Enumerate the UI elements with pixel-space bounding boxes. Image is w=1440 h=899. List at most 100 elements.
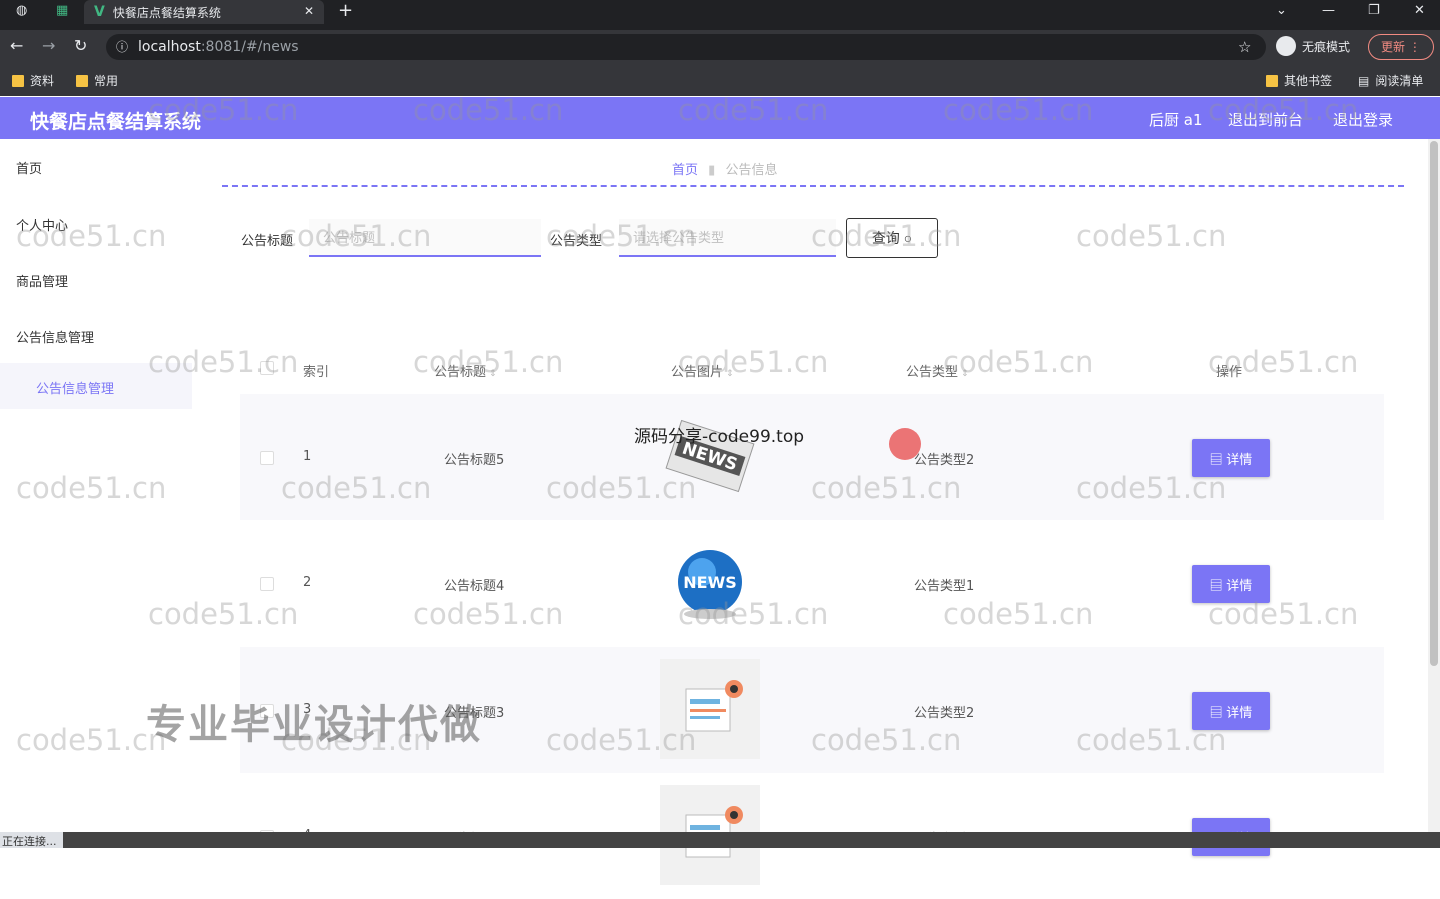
- sort-icon[interactable]: ⇕: [726, 369, 734, 379]
- front-link[interactable]: 退出到前台: [1228, 109, 1303, 130]
- table-header: 索引 公告标题 ⇕ 公告图片 ⇕ 公告类型 ⇕ 操作: [240, 349, 1384, 389]
- detail-button[interactable]: ▤ 详情: [1192, 692, 1270, 730]
- sort-icon[interactable]: ⇕: [961, 369, 969, 379]
- bookmark-folder[interactable]: 其他书签: [1266, 72, 1332, 89]
- window-close-icon[interactable]: ✕: [1414, 3, 1425, 18]
- info-icon: ⓘ: [116, 40, 129, 54]
- url-path: :8081/#/news: [200, 39, 299, 55]
- bookmark-label: 阅读清单: [1375, 74, 1424, 88]
- folder-icon: [1266, 74, 1278, 87]
- column-header-label: 公告图片: [671, 365, 724, 380]
- scrollbar-thumb[interactable]: [1430, 141, 1438, 666]
- tab-title: 快餐店点餐结算系统: [112, 5, 221, 20]
- detail-label: 详情: [1226, 577, 1253, 593]
- dashed-divider: [222, 185, 1404, 187]
- bookmark-label: 常用: [94, 74, 119, 88]
- detail-icon: ▤: [1209, 451, 1227, 467]
- type-select[interactable]: [619, 219, 836, 257]
- new-tab-icon[interactable]: +: [338, 0, 353, 21]
- column-header-label: 公告标题: [434, 365, 487, 380]
- bookmarks-bar: 资料 常用 其他书签 ▤ 阅读清单: [0, 64, 1440, 96]
- detail-button[interactable]: ▤ 详情: [1192, 565, 1270, 603]
- table-row: 1 公告标题5 NEWS 公告类型2 ▤ 详情: [240, 394, 1384, 520]
- news-illustration-thumbnail: [660, 659, 760, 759]
- sidebar-item-profile[interactable]: 个人中心: [16, 215, 68, 234]
- folder-icon: [12, 74, 24, 87]
- breadcrumb-home[interactable]: 首页: [672, 163, 698, 178]
- breadcrumb-current: 公告信息: [725, 163, 778, 178]
- folder-icon: [76, 74, 88, 87]
- column-header-label: 公告类型: [906, 365, 959, 380]
- title-filter-label: 公告标题: [241, 234, 294, 249]
- click-indicator: [889, 428, 921, 460]
- row-type: 公告类型1: [914, 579, 975, 594]
- search-button[interactable]: 查询 ○: [846, 218, 938, 258]
- news-globe-thumbnail: NEWS: [660, 532, 760, 632]
- incognito-icon: [1276, 36, 1296, 56]
- breadcrumb-separator-icon: ▮: [708, 163, 716, 178]
- maximize-icon[interactable]: ❐: [1368, 3, 1380, 18]
- detail-icon: ▤: [1209, 577, 1227, 593]
- svg-text:NEWS: NEWS: [683, 573, 737, 592]
- type-filter-label: 公告类型: [550, 234, 603, 249]
- globe-icon: ◍: [16, 3, 28, 18]
- browser-tab[interactable]: V 快餐店点餐结算系统 ✕: [84, 0, 324, 24]
- row-type: 公告类型2: [914, 706, 975, 721]
- reading-list[interactable]: ▤ 阅读清单: [1358, 72, 1423, 89]
- detail-label: 详情: [1226, 451, 1253, 467]
- reload-icon[interactable]: ↻: [74, 36, 87, 55]
- title-search-input[interactable]: [309, 219, 541, 257]
- row-title: 公告标题5: [444, 453, 505, 468]
- update-button[interactable]: 更新 ⋮: [1368, 34, 1434, 60]
- column-header-image[interactable]: 公告图片 ⇕: [671, 361, 734, 380]
- table-row: 2 公告标题4 NEWS 公告类型1 ▤ 详情: [240, 520, 1384, 646]
- row-title: 公告标题4: [444, 579, 505, 594]
- search-icon: ○: [903, 230, 913, 246]
- update-label: 更新: [1381, 40, 1406, 54]
- chevron-down-icon[interactable]: ⌄: [1276, 3, 1287, 18]
- row-checkbox[interactable]: [260, 577, 274, 591]
- status-text: 正在连接...: [0, 832, 63, 848]
- app-header: 快餐店点餐结算系统 后厨 a1 退出到前台 退出登录: [0, 97, 1440, 139]
- back-icon[interactable]: ←: [10, 36, 23, 55]
- select-all-checkbox[interactable]: [260, 361, 274, 375]
- news-paper-thumbnail: NEWS: [665, 419, 755, 493]
- row-type: 公告类型2: [914, 453, 975, 468]
- incognito-badge[interactable]: 无痕模式: [1276, 36, 1350, 56]
- app-title: 快餐店点餐结算系统: [30, 111, 202, 133]
- sidebar-item-notices[interactable]: 公告信息管理: [16, 327, 94, 346]
- row-index: 1: [303, 449, 312, 464]
- column-header-index: 索引: [303, 365, 330, 380]
- column-header-type[interactable]: 公告类型 ⇕: [906, 361, 969, 380]
- detail-icon: ▤: [1209, 704, 1227, 720]
- column-header-title[interactable]: 公告标题 ⇕: [434, 361, 497, 380]
- bookmark-folder[interactable]: 资料: [12, 72, 54, 89]
- bookmark-label: 资料: [30, 74, 55, 88]
- url-host: localhost: [138, 39, 201, 55]
- breadcrumb: 首页 ▮ 公告信息: [672, 159, 777, 178]
- sort-icon[interactable]: ⇕: [489, 369, 497, 379]
- logout-link[interactable]: 退出登录: [1333, 109, 1393, 130]
- minimize-icon[interactable]: —: [1322, 3, 1335, 18]
- sidebar-item-home[interactable]: 首页: [16, 158, 42, 177]
- sheet-icon: ▦: [56, 3, 69, 18]
- browser-chrome: ◍ ▦ V 快餐店点餐结算系统 ✕ + ⌄ — ❐ ✕ ← → ↻ ⓘ loca…: [0, 0, 1440, 96]
- url-field[interactable]: ⓘ localhost:8081/#/news: [106, 34, 1266, 60]
- row-index: 2: [303, 575, 312, 590]
- forward-icon[interactable]: →: [42, 36, 55, 55]
- search-button-label: 查询: [871, 230, 900, 246]
- tab-strip: ◍ ▦ V 快餐店点餐结算系统 ✕ + ⌄ — ❐ ✕: [0, 0, 1440, 24]
- row-checkbox[interactable]: [260, 451, 274, 465]
- detail-button[interactable]: ▤ 详情: [1192, 439, 1270, 477]
- source-overlay-text: 源码分享-code99.top: [634, 427, 805, 447]
- close-icon[interactable]: ✕: [304, 4, 314, 18]
- sidebar-item-goods[interactable]: 商品管理: [16, 271, 68, 290]
- bookmark-label: 其他书签: [1284, 74, 1333, 88]
- sidebar-subitem-notices[interactable]: 公告信息管理: [0, 363, 192, 409]
- page-scrollbar[interactable]: [1428, 139, 1440, 848]
- star-icon[interactable]: ☆: [1238, 38, 1251, 56]
- detail-label: 详情: [1226, 704, 1253, 720]
- reading-list-icon: ▤: [1358, 73, 1370, 88]
- bookmark-folder[interactable]: 常用: [76, 72, 118, 89]
- vue-icon: V: [94, 4, 105, 20]
